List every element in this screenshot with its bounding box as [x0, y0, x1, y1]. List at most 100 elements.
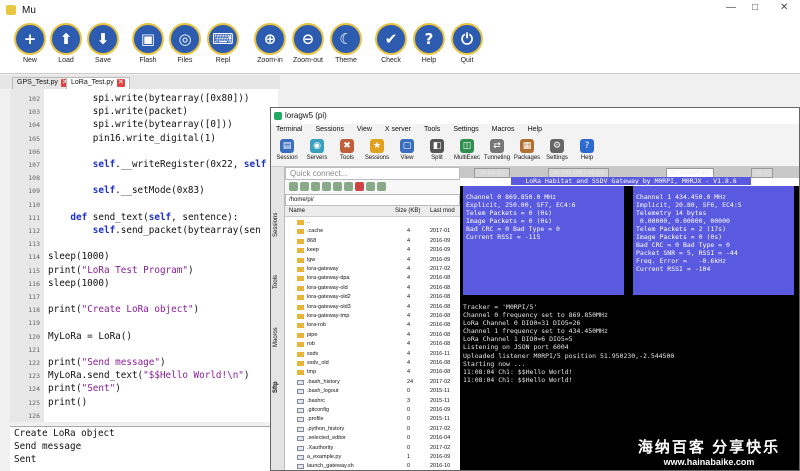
tool-button-split[interactable]: ◧ Split: [421, 139, 453, 161]
toolbar-button-flash[interactable]: ▣ Flash: [129, 23, 167, 64]
file-row[interactable]: lora-gateway-old2 4 2016-08: [285, 293, 460, 302]
line-number: 125: [28, 398, 40, 407]
refresh-icon[interactable]: [322, 182, 331, 191]
file-row[interactable]: 868 4 2016-09: [285, 237, 460, 246]
side-tab-tools[interactable]: Tools: [273, 275, 279, 289]
file-row[interactable]: lora-gateway-tmp 4 2016-08: [285, 312, 460, 321]
tab-lora-test[interactable]: LoRa_Test.py ✕: [66, 77, 130, 89]
tool-button-help[interactable]: ? Help: [571, 139, 603, 161]
new-file-icon[interactable]: [333, 182, 342, 191]
file-row[interactable]: .gitconfig 0 2016-09: [285, 406, 460, 415]
quick-connect-input[interactable]: Quick connect...: [285, 167, 460, 180]
terminal-tab[interactable]: 24. pip (pi): [474, 168, 510, 178]
menu-item-terminal[interactable]: Terminal: [276, 126, 302, 135]
file-row[interactable]: lora-gateway-old 4 2016-08: [285, 284, 460, 293]
file-name: .bashrc: [307, 397, 326, 404]
up-folder-icon[interactable]: [289, 182, 298, 191]
maximize-button[interactable]: □: [752, 2, 758, 13]
menu-item-sessions[interactable]: Sessions: [315, 126, 343, 135]
close-tab-icon[interactable]: ✕: [116, 79, 125, 87]
file-row[interactable]: ssdv_old 4 2016-08: [285, 359, 460, 368]
column-last-modified[interactable]: Last mod: [430, 208, 455, 214]
terminal-tab[interactable]: 23. p: [751, 168, 774, 178]
side-tab-sftp[interactable]: Sftp: [273, 381, 279, 393]
tool-button-session[interactable]: ▤ Session: [271, 139, 303, 161]
toolbar-button-zoom-out[interactable]: ⊖ Zoom-out: [289, 23, 327, 64]
menu-item-view[interactable]: View: [357, 126, 372, 135]
toolbar-button-theme[interactable]: ☾ Theme: [327, 23, 365, 64]
file-row[interactable]: .cache 4 2017-01: [285, 227, 460, 236]
file-row[interactable]: .selected_editor 0 2016-04: [285, 434, 460, 443]
file-row[interactable]: a_example.py 1 2016-09: [285, 453, 460, 462]
tool-button-label: Sessions: [364, 155, 390, 161]
column-size[interactable]: Size (KB): [395, 208, 420, 214]
file-name: ..: [307, 219, 311, 225]
file-row[interactable]: .bashrc 3 2015-11: [285, 397, 460, 406]
menu-item-tools[interactable]: Tools: [424, 126, 440, 135]
tool-button-multiexec[interactable]: ◫ MultiExec: [451, 139, 483, 161]
tool-button-tools[interactable]: ✖ Tools: [331, 139, 363, 161]
side-tab-macros[interactable]: Macros: [273, 327, 279, 347]
menu-item-x-server[interactable]: X server: [385, 126, 411, 135]
tool-button-servers[interactable]: ◉ Servers: [301, 139, 333, 161]
file-row[interactable]: .Xauthority 0 2017-02: [285, 444, 460, 453]
menu-item-settings[interactable]: Settings: [453, 126, 478, 135]
file-row[interactable]: lora-rob 4 2016-08: [285, 321, 460, 330]
code-line: 122 print("Send message"): [10, 356, 278, 370]
tab-gps-test[interactable]: GPS_Test.py ✕: [12, 77, 74, 89]
file-row[interactable]: rob 4 2016-08: [285, 340, 460, 349]
file-row[interactable]: .python_history 0 2017-02: [285, 425, 460, 434]
toolbar-button-repl[interactable]: ⌨ Repl: [204, 23, 242, 64]
terminal-area[interactable]: 24. pip (pi) 26. 192.168.1.20 (pi) 27. lor…: [460, 167, 799, 470]
tool-button-settings[interactable]: ⚙ Settings: [541, 139, 573, 161]
file-row[interactable]: ssdv 4 2016-11: [285, 350, 460, 359]
toolbar-button-new[interactable]: + New: [11, 23, 49, 64]
toolbar-button-files[interactable]: ◎ Files: [166, 23, 204, 64]
file-row[interactable]: lora-gateway-old3 4 2016-08: [285, 303, 460, 312]
file-row[interactable]: .bash_history 24 2017-02: [285, 378, 460, 387]
servers-icon: ◉: [310, 139, 324, 153]
toolbar-button-zoom-in[interactable]: ⊕ Zoom-in: [251, 23, 289, 64]
side-tab-sessions[interactable]: Sessions: [273, 213, 279, 237]
code-line: 123 MyLoRa.send_text("$$Hello World!\n"): [10, 369, 278, 383]
file-date: 2017-02: [430, 378, 451, 385]
toolbar-button-check[interactable]: ✔ Check: [372, 23, 410, 64]
new-folder-icon[interactable]: [344, 182, 353, 191]
rename-icon[interactable]: [366, 182, 375, 191]
menu-item-macros[interactable]: Macros: [492, 126, 515, 135]
file-row[interactable]: .bash_logout 0 2015-11: [285, 387, 460, 396]
permissions-icon[interactable]: [377, 182, 386, 191]
toolbar-button-help[interactable]: ? Help: [410, 23, 448, 64]
minimize-button[interactable]: —: [726, 2, 736, 13]
toolbar-button-save[interactable]: ⬇ Save: [84, 23, 122, 64]
file-row[interactable]: keep 4 2016-09: [285, 246, 460, 255]
file-row[interactable]: lora-gateway-dpa 4 2016-08: [285, 274, 460, 283]
tool-button-view[interactable]: ▢ View: [391, 139, 423, 161]
file-row[interactable]: ..: [285, 218, 460, 227]
tool-button-label: Packages: [513, 155, 541, 161]
delete-icon[interactable]: [355, 182, 364, 191]
line-number: 114: [28, 253, 40, 262]
file-row[interactable]: pipe 4 2016-08: [285, 331, 460, 340]
tool-button-packages[interactable]: ▦ Packages: [511, 139, 543, 161]
toolbar-button-label: Theme: [335, 57, 357, 64]
tool-button-tunneling[interactable]: ⇄ Tunneling: [481, 139, 513, 161]
tool-button-sessions[interactable]: ★ Sessions: [361, 139, 393, 161]
file-row[interactable]: lora-gateway 4 2017-02: [285, 265, 460, 274]
channel-1-panel: Channel 1 434.450.0 MHz Implicit, 20.80, …: [633, 186, 794, 295]
close-window-button[interactable]: ✕: [780, 2, 788, 13]
column-name[interactable]: Name: [289, 208, 305, 214]
toolbar-button-quit[interactable]: ⏻ Quit: [448, 23, 486, 64]
file-date: 2016-08: [430, 331, 451, 338]
repl-output-pane[interactable]: Create LoRa object Send message Sent: [10, 426, 278, 471]
sftp-path-field[interactable]: /home/pi/: [285, 194, 460, 206]
file-row[interactable]: .profile 0 2015-11: [285, 415, 460, 424]
download-icon[interactable]: [300, 182, 309, 191]
code-editor[interactable]: 102 spi.write(bytearray([0x80])) 103 spi.…: [10, 89, 278, 422]
file-row[interactable]: lgw 4 2016-09: [285, 256, 460, 265]
toolbar-button-load[interactable]: ⬆ Load: [47, 23, 85, 64]
menu-item-help[interactable]: Help: [528, 126, 542, 135]
upload-icon[interactable]: [311, 182, 320, 191]
file-row[interactable]: tmp 4 2016-08: [285, 368, 460, 377]
file-row[interactable]: launch_gateway.sh 0 2016-10: [285, 462, 460, 470]
